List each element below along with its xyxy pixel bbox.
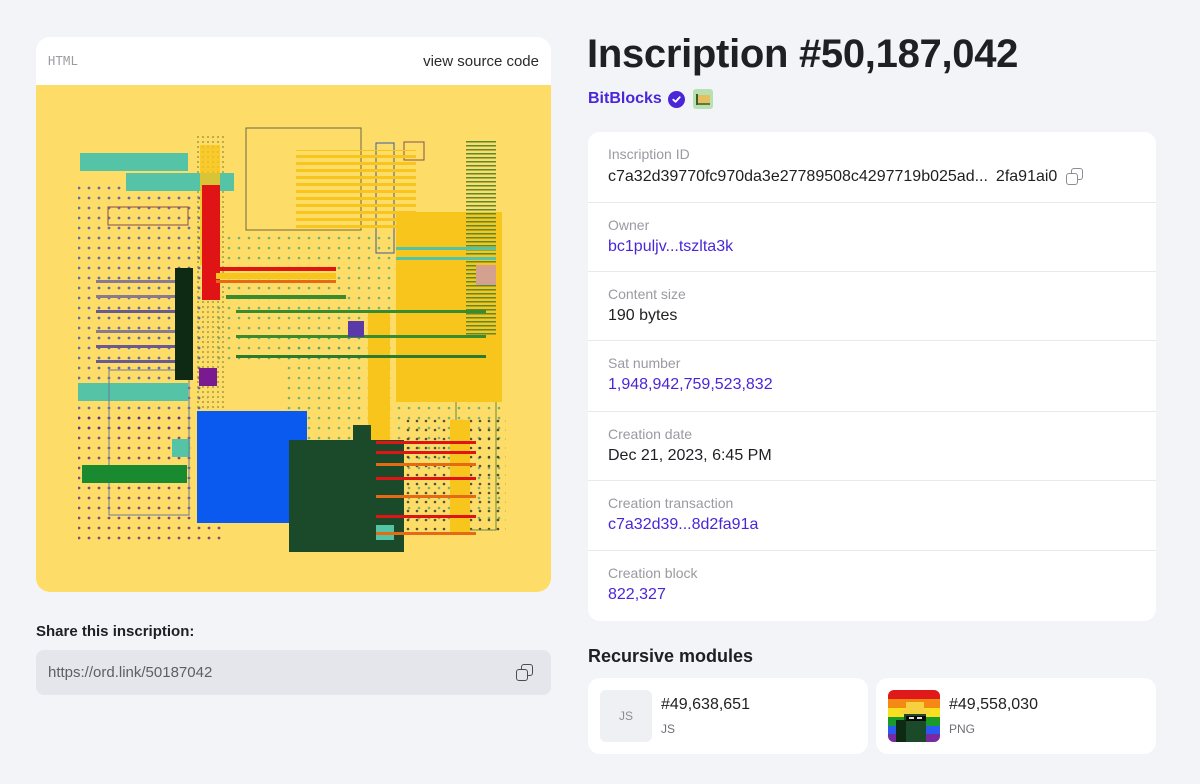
inscription-preview-card: HTML view source code	[36, 37, 551, 592]
collection-link[interactable]: BitBlocks	[588, 90, 662, 108]
detail-label: Creation block	[608, 565, 698, 581]
recursive-module-card[interactable]: JS #49,638,651 JS	[588, 678, 868, 754]
inscription-details-card: Inscription ID c7a32d39770fc970da3e27789…	[588, 132, 1156, 621]
creation-transaction-link[interactable]: c7a32d39...8d2fa91a	[608, 516, 1156, 534]
collection-row: BitBlocks	[588, 89, 713, 109]
detail-creation-date: Creation date Dec 21, 2023, 6:45 PM	[588, 412, 1156, 481]
copy-share-url-button[interactable]	[515, 663, 535, 683]
preview-header: HTML view source code	[36, 37, 551, 85]
share-url[interactable]: https://ord.link/50187042	[48, 664, 212, 681]
detail-owner: Owner bc1puljv...tszlta3k	[588, 203, 1156, 272]
inscription-artwork[interactable]	[36, 85, 551, 592]
inscription-id-head: c7a32d39770fc970da3e27789508c4297719b025…	[608, 168, 988, 185]
creation-date-value: Dec 21, 2023, 6:45 PM	[608, 447, 772, 464]
module-number: #49,638,651	[661, 696, 750, 713]
page-title: Inscription #50,187,042	[587, 32, 1019, 76]
collection-thumbnail[interactable]	[692, 89, 713, 109]
detail-creation-block: Creation block 822,327	[588, 551, 1156, 621]
module-thumbnail-js: JS	[600, 690, 652, 742]
detail-label: Owner	[608, 217, 650, 233]
module-type: JS	[661, 722, 676, 736]
recursive-modules-heading: Recursive modules	[588, 646, 754, 666]
owner-address-link[interactable]: bc1puljv...tszlta3k	[608, 238, 1156, 256]
module-type: PNG	[949, 722, 976, 736]
creation-block-link[interactable]: 822,327	[608, 586, 1156, 604]
detail-inscription-id: Inscription ID c7a32d39770fc970da3e27789…	[588, 132, 1156, 203]
view-source-link[interactable]: view source code	[423, 53, 539, 70]
verified-badge-icon	[667, 90, 685, 108]
content-size-value: 190 bytes	[608, 307, 678, 324]
detail-label: Sat number	[608, 355, 681, 371]
detail-creation-transaction: Creation transaction c7a32d39...8d2fa91a	[588, 481, 1156, 551]
recursive-module-card[interactable]: #49,558,030 PNG	[876, 678, 1156, 754]
share-label: Share this inscription:	[36, 623, 195, 640]
inscription-id-tail: 2fa91ai0	[995, 168, 1058, 185]
copy-inscription-id-button[interactable]	[1065, 167, 1085, 187]
detail-label: Content size	[608, 286, 686, 302]
share-url-field[interactable]: https://ord.link/50187042	[36, 650, 551, 695]
detail-label: Creation transaction	[608, 495, 734, 511]
detail-label: Creation date	[608, 426, 693, 442]
module-thumbnail-image	[888, 690, 940, 742]
sat-number-link[interactable]: 1,948,942,759,523,832	[608, 376, 1156, 394]
content-type-label: HTML	[48, 54, 79, 68]
module-number: #49,558,030	[949, 696, 1038, 713]
artwork-canvas	[78, 127, 506, 552]
detail-label: Inscription ID	[608, 146, 690, 162]
detail-sat-number: Sat number 1,948,942,759,523,832	[588, 341, 1156, 412]
detail-content-size: Content size 190 bytes	[588, 272, 1156, 341]
